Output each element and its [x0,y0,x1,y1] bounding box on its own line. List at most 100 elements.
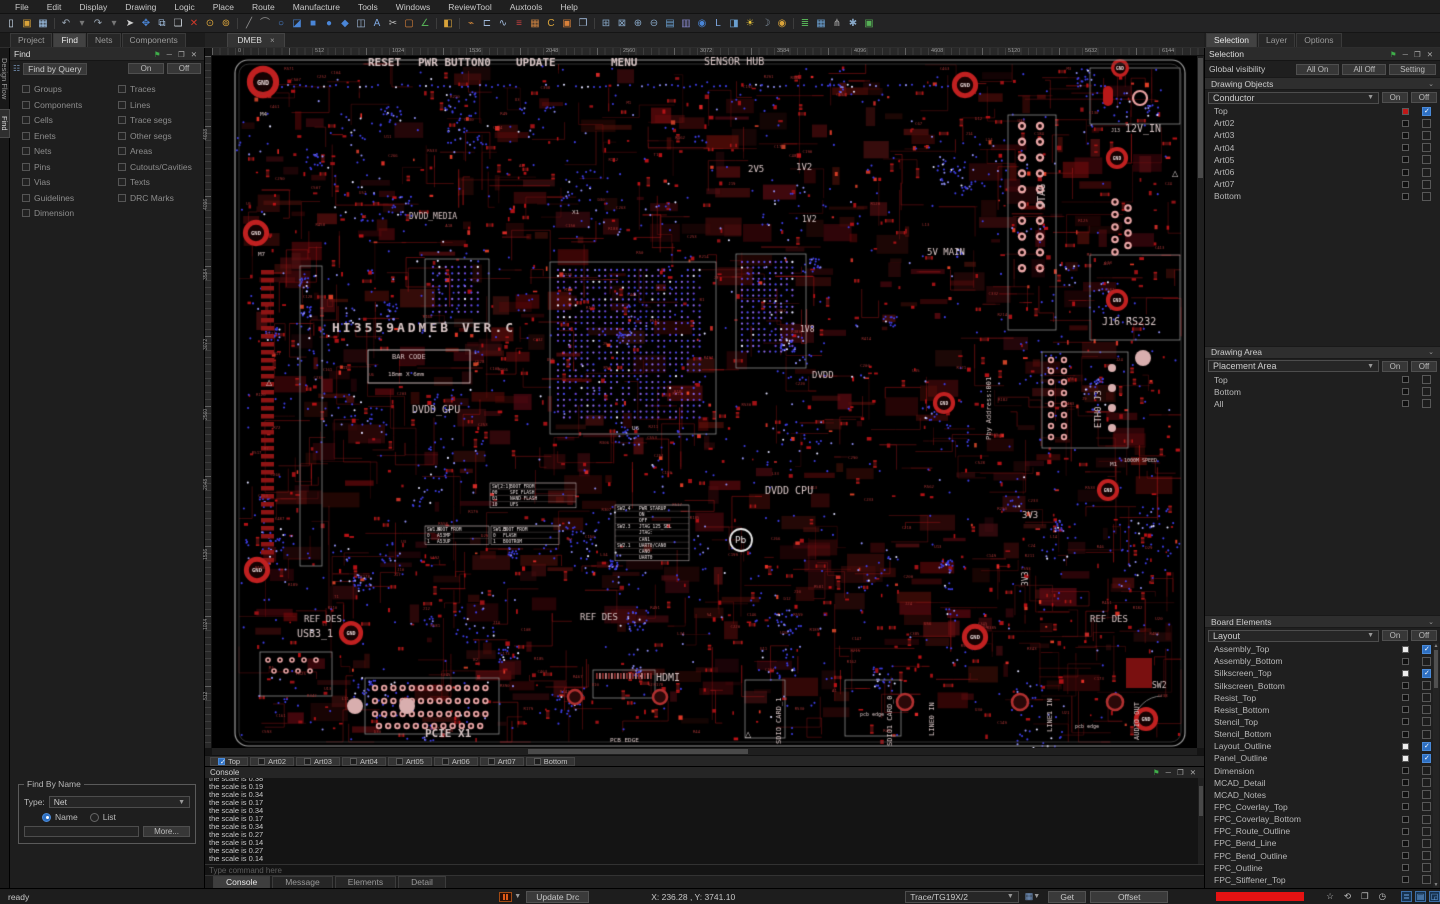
layer-chip-art06[interactable]: Art06 [434,757,478,766]
layer-chip-art05[interactable]: Art05 [388,757,432,766]
setting-button[interactable]: Setting [1389,64,1436,75]
minimize-icon[interactable]: ─ [164,50,175,59]
redo-more-icon[interactable]: ▾ [106,16,122,31]
tab-find[interactable]: Find [53,33,86,47]
find-option-areas[interactable]: Areas [118,146,200,156]
layer-chip-bottom[interactable]: Bottom [526,757,576,766]
find-option-cutouts-cavities[interactable]: Cutouts/Cavities [118,162,200,172]
stack-icon[interactable]: ≣ [797,16,813,31]
visibility-checkbox[interactable] [1422,143,1431,152]
matrix-icon[interactable]: ▦ [527,16,543,31]
shove-icon[interactable]: ⊏ [479,16,495,31]
section-on-button[interactable]: On [1382,630,1408,641]
section-scrollbar[interactable]: ▲▼ [1433,643,1439,888]
layer-row-fpc_route_outline[interactable]: FPC_Route_Outline [1205,825,1440,837]
color-swatch[interactable] [1402,779,1409,786]
layers-icon[interactable]: ≡ [511,16,527,31]
color-swatch[interactable] [1402,646,1409,653]
layer-row-art04[interactable]: Art04 [1205,142,1440,154]
checkbox[interactable] [118,178,126,186]
visibility-checkbox[interactable] [1422,778,1431,787]
update-drc-button[interactable]: Update Drc [526,891,589,903]
menu-help[interactable]: Help [551,2,586,12]
console-tab-console[interactable]: Console [213,876,270,888]
tab-options[interactable]: Options [1296,33,1341,47]
find-option-lines[interactable]: Lines [118,100,200,110]
move-icon[interactable]: ✥ [138,16,154,31]
color-swatch[interactable] [1402,376,1409,383]
visibility-checkbox[interactable] [1422,681,1431,690]
layer-row-panel_outline[interactable]: Panel_Outline [1205,752,1440,764]
close-icon[interactable]: ✕ [188,50,200,59]
color-swatch[interactable] [1402,731,1409,738]
visibility-checkbox[interactable] [1422,645,1431,654]
section-off-button[interactable]: Off [1411,92,1437,103]
layout-select[interactable]: Layout▼ [1208,630,1379,642]
checkbox[interactable] [118,147,126,155]
find-name-input[interactable] [24,826,139,837]
color-swatch[interactable] [1402,706,1409,713]
more-button[interactable]: More... [143,826,190,837]
checkbox[interactable] [22,85,30,93]
color-swatch[interactable] [1402,132,1409,139]
ellipse-icon[interactable]: ● [321,16,337,31]
section-header-drawing-area[interactable]: Drawing Area⌄ [1205,346,1440,359]
filled-shape-icon[interactable]: ◪ [289,16,305,31]
find-option-cells[interactable]: Cells [22,115,118,125]
undo-icon[interactable]: ↶ [58,16,74,31]
console-pin-icon[interactable]: ⚑ [1150,768,1163,777]
zoom-out-icon[interactable]: ⊖ [646,16,662,31]
color-swatch[interactable] [1402,120,1409,127]
layer-row-art05[interactable]: Art05 [1205,154,1440,166]
console-restore-icon[interactable]: ❐ [1174,768,1187,777]
color-swatch[interactable] [1402,169,1409,176]
color-swatch[interactable] [1402,718,1409,725]
status-icon[interactable]: ☆ [1326,891,1334,902]
trace-select[interactable]: Trace/TG19X/2 ▼ [905,891,1019,903]
undo-more-icon[interactable]: ▾ [74,16,90,31]
grid-chevron-icon[interactable]: ▼ [1033,893,1040,900]
route-icon[interactable]: ⌁ [463,16,479,31]
new-file-icon[interactable]: ▯ [3,16,19,31]
color-swatch[interactable] [1402,876,1409,883]
text-frame-icon[interactable]: ◫ [353,16,369,31]
layer-row-art07[interactable]: Art07 [1205,178,1440,190]
visibility-checkbox[interactable] [1422,107,1431,116]
pad-icon[interactable]: ▢ [401,16,417,31]
color-swatch[interactable] [1402,840,1409,847]
save-file-icon[interactable]: ▦ [35,16,51,31]
checkbox[interactable] [22,147,30,155]
color-swatch[interactable] [1402,864,1409,871]
color-swatch[interactable] [1402,767,1409,774]
checkbox[interactable] [22,194,30,202]
menu-drawing[interactable]: Drawing [116,2,165,12]
offset-button[interactable]: Offset [1090,891,1168,903]
color-swatch[interactable] [1402,816,1409,823]
visibility-checkbox[interactable] [1422,730,1431,739]
layer-row-fpc_stiffener_top[interactable]: FPC_Stiffener_Top [1205,874,1440,886]
color-swatch[interactable] [1402,670,1409,677]
layer-row-top[interactable]: Top [1205,374,1440,386]
menu-display[interactable]: Display [70,2,116,12]
section-header-drawing-objects[interactable]: Drawing Objects⌄ [1205,77,1440,90]
visibility-checkbox[interactable] [1422,851,1431,860]
checkbox[interactable] [118,85,126,93]
section-off-button[interactable]: Off [1411,361,1437,372]
color-swatch[interactable] [1402,156,1409,163]
layer-row-bottom[interactable]: Bottom [1205,386,1440,398]
zoom-select-icon[interactable]: ⊠ [614,16,630,31]
tab-selection[interactable]: Selection [1206,33,1257,47]
all-off-button[interactable]: All Off [1342,64,1386,75]
layer-row-resist_bottom[interactable]: Resist_Bottom [1205,704,1440,716]
query-off-button[interactable]: Off [167,63,201,74]
layer-chip-art02[interactable]: Art02 [250,757,294,766]
open-file-icon[interactable]: ▣ [19,16,35,31]
list-radio[interactable] [90,813,99,822]
layer-row-mcad_notes[interactable]: MCAD_Notes [1205,789,1440,801]
layer-row-fpc_outline[interactable]: FPC_Outline [1205,862,1440,874]
color-swatch[interactable] [1402,108,1409,115]
visibility-checkbox[interactable] [1422,839,1431,848]
checkbox[interactable] [22,101,30,109]
visibility-checkbox[interactable] [1422,815,1431,824]
menu-logic[interactable]: Logic [165,2,203,12]
